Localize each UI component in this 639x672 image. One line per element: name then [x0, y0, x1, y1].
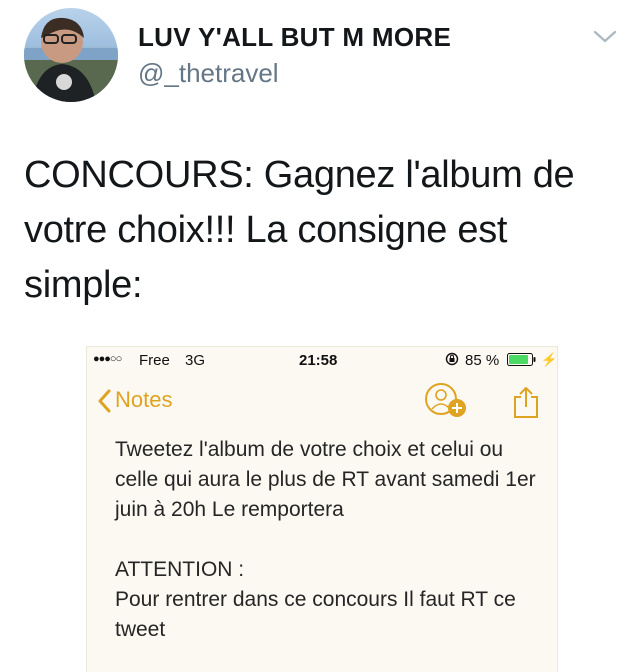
network-type: 3G [185, 352, 206, 369]
battery-icon [507, 353, 537, 370]
note-body[interactable]: Tweetez l'album de votre choix et celui … [115, 435, 545, 645]
charging-icon: ⚡ [541, 352, 558, 367]
note-attention-body: Pour rentrer dans ce concours Il faut RT… [115, 588, 516, 641]
note-attention-title: ATTENTION : [115, 558, 245, 581]
avatar[interactable] [24, 8, 118, 102]
back-chevron-icon [97, 387, 115, 413]
back-button[interactable]: Notes [97, 387, 172, 413]
back-label: Notes [115, 387, 173, 412]
contact-add-icon[interactable] [424, 381, 470, 419]
signal-strength: ●●●○○ [93, 353, 122, 365]
battery-percent: 85 % [465, 352, 500, 369]
share-icon[interactable] [511, 385, 541, 419]
status-time: 21:58 [299, 352, 338, 369]
note-paragraph-1: Tweetez l'album de votre choix et celui … [115, 438, 536, 521]
username[interactable]: @_thetravel [138, 58, 279, 89]
lock-rotation-icon [445, 352, 459, 366]
chevron-down-icon[interactable] [590, 24, 620, 48]
tweet-text: CONCOURS: Gagnez l'album de votre choix!… [24, 154, 575, 306]
display-name[interactable]: LUV Y'ALL BUT M MORE [138, 22, 451, 53]
carrier-name: Free [139, 352, 170, 369]
status-bar: ●●●○○ Free 3G 21:58 85 % ⚡ [87, 347, 557, 373]
attached-image[interactable]: ●●●○○ Free 3G 21:58 85 % ⚡ Notes Tweetez… [86, 346, 558, 672]
